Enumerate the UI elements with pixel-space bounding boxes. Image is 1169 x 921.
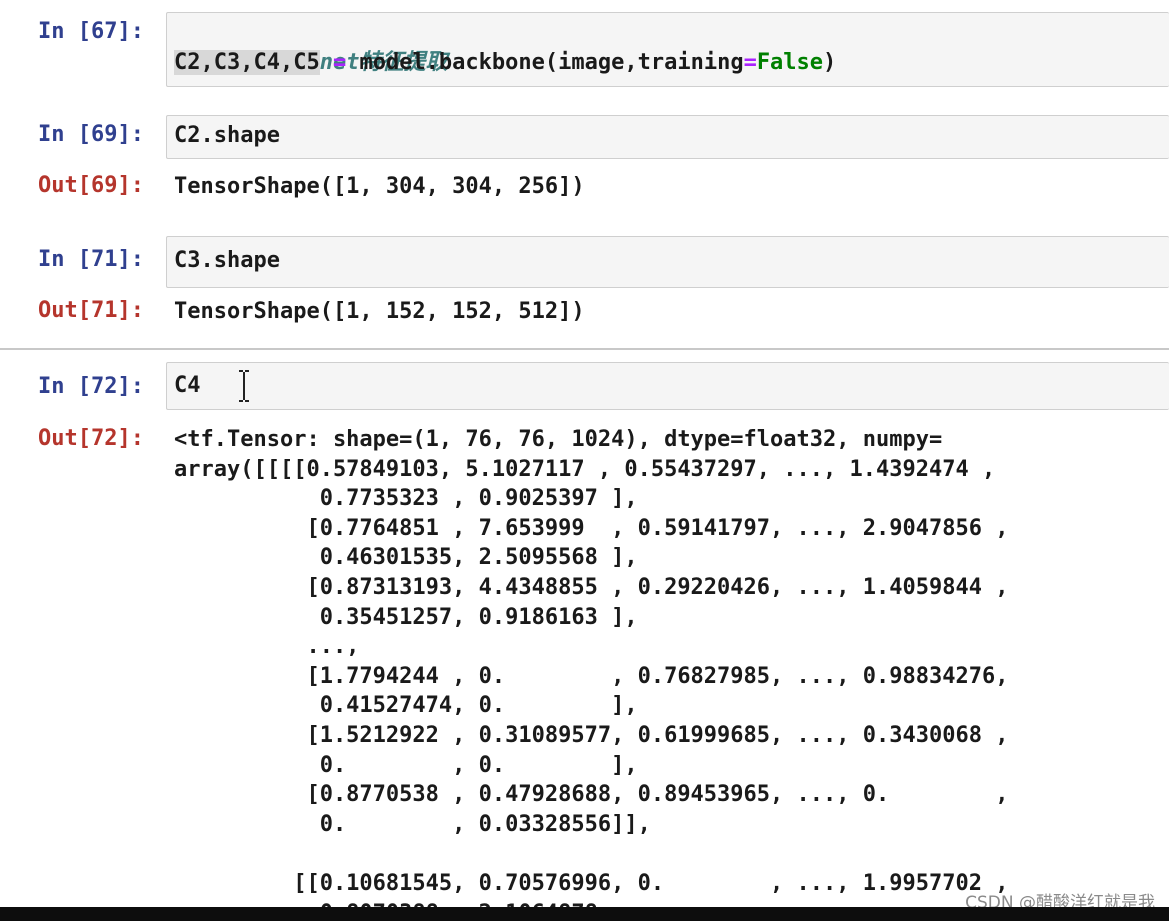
output-line: 0.46301535, 2.5095568 ],	[174, 545, 638, 571]
code-line-1: C3.shape	[174, 248, 280, 273]
output-text: TensorShape([1, 152, 152, 512])	[174, 299, 585, 324]
code-line-1: C2.shape	[174, 123, 280, 148]
output-line: [0.7764851 , 7.653999 , 0.59141797, ...,…	[174, 515, 1009, 541]
output-line: 0. , 0. ],	[174, 752, 638, 778]
out-prompt: Out[72]:	[38, 426, 144, 451]
out-prompt: Out[69]:	[38, 173, 144, 198]
output-line: 0. , 0.03328556]],	[174, 811, 651, 837]
in-prompt: In [69]:	[38, 122, 144, 147]
output-line: <tf.Tensor: shape=(1, 76, 76, 1024), dty…	[174, 427, 943, 452]
code-line-1: C4	[174, 373, 201, 398]
false-keyword: False	[756, 50, 824, 75]
output-text: TensorShape([1, 304, 304, 256])	[174, 174, 585, 199]
output-line: ...,	[174, 634, 360, 660]
output-line: [0.8770538 , 0.47928688, 0.89453965, ...…	[174, 782, 1009, 808]
output-line: [[0.10681545, 0.70576996, 0. , ..., 1.99…	[174, 871, 1009, 896]
text-cursor-icon	[239, 370, 249, 402]
cell-69[interactable]: In [69]: C2.shape Out[69]: TensorShape([…	[0, 100, 1169, 220]
in-prompt: In [71]:	[38, 247, 144, 272]
output-line: [0.87313193, 4.4348855 , 0.29220426, ...…	[174, 575, 1009, 600]
code-call: model.backbone(image,training	[359, 50, 744, 75]
output-line: 0.7735323 , 0.9025397 ],	[174, 486, 638, 512]
cell-67[interactable]: In [67]: # resnet特征提取 C2,C3,C4,C5 = mode…	[0, 0, 1169, 100]
code-line-2: C2,C3,C4,C5 = model.backbone(image,train…	[174, 48, 836, 78]
eq-operator: =	[743, 50, 757, 75]
code-input[interactable]: C4	[166, 362, 1169, 410]
output-line: 0.35451257, 0.9186163 ],	[174, 604, 638, 630]
output-line: 0.41527474, 0. ],	[174, 693, 638, 719]
assign-operator: =	[319, 50, 360, 75]
cell-71[interactable]: In [71]: C3.shape Out[71]: TensorShape([…	[0, 225, 1169, 345]
code-close: )	[823, 50, 837, 75]
output-line: array([[[[0.57849103, 5.1027117 , 0.5543…	[174, 456, 996, 482]
code-input[interactable]: C2.shape	[166, 115, 1169, 159]
in-prompt: In [67]:	[38, 19, 144, 44]
output-line: [1.5212922 , 0.31089577, 0.61999685, ...…	[174, 723, 1009, 748]
code-input[interactable]: C3.shape	[166, 236, 1169, 288]
in-prompt: In [72]:	[38, 374, 144, 399]
bottom-bar	[0, 907, 1169, 921]
code-input[interactable]: # resnet特征提取 C2,C3,C4,C5 = model.backbon…	[166, 12, 1169, 87]
selected-text: C2,C3,C4,C5	[174, 50, 320, 75]
output-line: [1.7794244 , 0. , 0.76827985, ..., 0.988…	[174, 663, 1009, 689]
out-prompt: Out[71]:	[38, 298, 144, 323]
cell-72[interactable]: In [72]: C4 Out[72]: <tf.Tensor: shape=(…	[0, 350, 1169, 921]
